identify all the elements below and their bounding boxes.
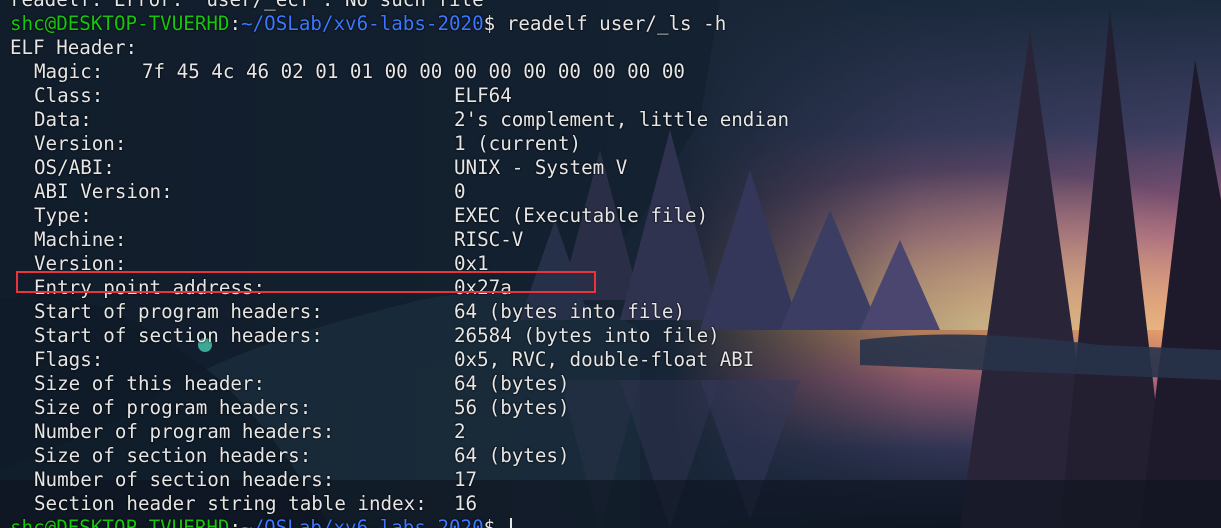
header-field-machine: Machine: RISC-V [0,228,1221,252]
field-value: 2 [454,420,466,443]
prompt-symbol: $ [483,516,507,528]
field-value: 0 [454,180,466,203]
header-field-section-header-count: Number of section headers: 17 [0,468,1221,492]
field-label: OS/ABI: [34,156,115,179]
field-value: 1 (current) [454,132,582,155]
field-label: Size of section headers: [34,444,312,467]
field-label: Section header string table index: [34,492,427,515]
header-field-abi-version: ABI Version: 0 [0,180,1221,204]
field-label: Class: [34,84,104,107]
terminal-partial-line: readelf: Error: 'user/_ecf': No such fil… [0,0,1221,12]
field-label: ABI Version: [34,180,173,203]
header-field-class: Class: ELF64 [0,84,1221,108]
field-value: 17 [454,468,478,491]
field-label: Start of program headers: [34,300,323,323]
field-label: Flags: [34,348,104,371]
magic-label: Magic: [34,60,104,83]
field-label: Machine: [34,228,127,251]
partial-output-text: readelf: Error: 'user/_ecf': No such fil… [10,0,484,11]
magic-value: 7f 45 4c 46 02 01 01 00 00 00 00 00 00 0… [142,60,685,83]
field-value: 64 (bytes) [454,372,570,395]
header-field-section-headers-start: Start of section headers: 26584 (bytes in… [0,324,1221,348]
field-label: Number of program headers: [34,420,335,443]
terminal-output: readelf: Error: 'user/_ecf': No such fil… [0,0,1221,528]
text-cursor [509,518,512,528]
field-value: 2's complement, little endian [454,108,790,131]
prompt-user-host: shc@DESKTOP-TVUERHD [10,516,230,528]
command-text: readelf user/_ls -h [506,12,727,35]
header-field-header-size: Size of this header: 64 (bytes) [0,372,1221,396]
magic-row: Magic: 7f 45 4c 46 02 01 01 00 00 00 00 0… [0,60,1221,84]
field-value: 64 (bytes) [454,444,570,467]
field-value: 0x5, RVC, double-float ABI [454,348,755,371]
header-field-program-headers-start: Start of program headers: 64 (bytes into … [0,300,1221,324]
active-prompt-line[interactable]: shc@DESKTOP-TVUERHD:~/OSLab/xv6-labs-202… [0,516,1221,528]
header-field-data: Data: 2's complement, little endian [0,108,1221,132]
field-value: 26584 (bytes into file) [454,324,720,347]
command-line: shc@DESKTOP-TVUERHD:~/OSLab/xv6-labs-202… [0,12,1221,36]
field-label: Size of this header: [34,372,266,395]
prompt-path: ~/OSLab/xv6-labs-2020 [241,516,484,528]
field-label: Size of program headers: [34,396,312,419]
prompt-user-host: shc@DESKTOP-TVUERHD [10,12,230,35]
terminal-window[interactable]: readelf: Error: 'user/_ecf': No such fil… [0,0,1221,528]
field-value: 16 [454,492,478,515]
header-field-string-table-index: Section header string table index: 16 [0,492,1221,516]
entry-point-highlight-box [16,271,596,293]
prompt-path: ~/OSLab/xv6-labs-2020 [241,12,484,35]
field-label: Data: [34,108,92,131]
field-label: Type: [34,204,92,227]
field-value: ELF64 [454,84,512,107]
header-field-type: Type: EXEC (Executable file) [0,204,1221,228]
field-value: EXEC (Executable file) [454,204,709,227]
elf-header-title: ELF Header: [0,36,1221,60]
elf-header-title-text: ELF Header: [10,36,138,59]
field-value: RISC-V [454,228,524,251]
field-value: 64 (bytes into file) [454,300,686,323]
header-field-program-header-size: Size of program headers: 56 (bytes) [0,396,1221,420]
prompt-separator: : [229,12,242,35]
field-value: UNIX - System V [454,156,628,179]
header-field-flags: Flags: 0x5, RVC, double-float ABI [0,348,1221,372]
header-field-section-header-size: Size of section headers: 64 (bytes) [0,444,1221,468]
field-value: 56 (bytes) [454,396,570,419]
header-field-os-abi: OS/ABI: UNIX - System V [0,156,1221,180]
header-field-version: Version: 1 (current) [0,132,1221,156]
field-label: Version: [34,132,127,155]
header-field-program-header-count: Number of program headers: 2 [0,420,1221,444]
field-label: Start of section headers: [34,324,323,347]
prompt-symbol: $ [483,12,507,35]
field-label: Number of section headers: [34,468,335,491]
prompt-separator: : [229,516,242,528]
